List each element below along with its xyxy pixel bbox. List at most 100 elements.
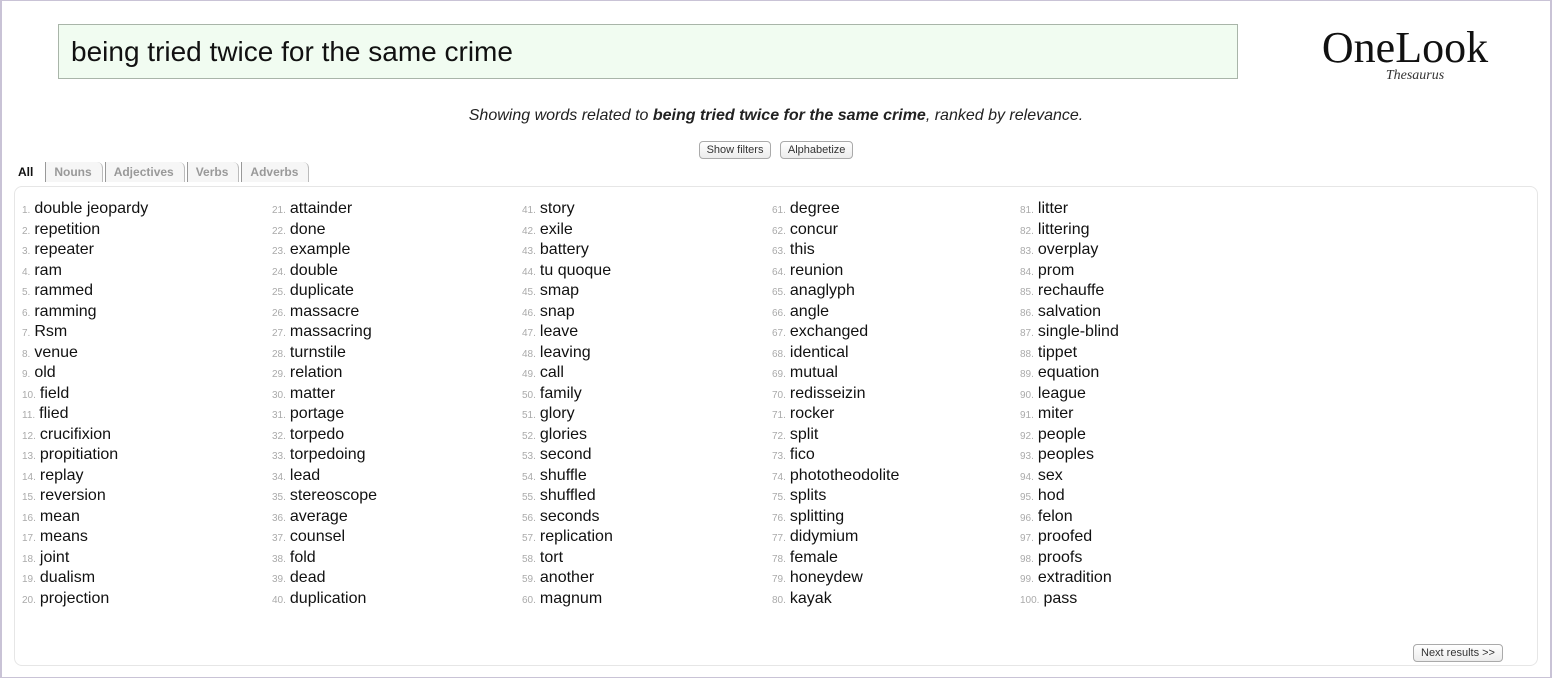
result-word-link[interactable]: crucifixion bbox=[40, 426, 111, 443]
result-word-link[interactable]: another bbox=[540, 569, 594, 586]
result-word-link[interactable]: replay bbox=[40, 467, 84, 484]
result-word-link[interactable]: sex bbox=[1038, 467, 1063, 484]
alphabetize-button[interactable]: Alphabetize bbox=[779, 141, 854, 159]
result-word-link[interactable]: kayak bbox=[790, 590, 832, 607]
tab-nouns[interactable]: Nouns bbox=[45, 162, 103, 182]
result-word-link[interactable]: pass bbox=[1043, 590, 1077, 607]
result-word-link[interactable]: peoples bbox=[1038, 446, 1094, 463]
result-word-link[interactable]: example bbox=[290, 241, 350, 258]
result-word-link[interactable]: rechauffe bbox=[1038, 282, 1104, 299]
result-word-link[interactable]: felon bbox=[1038, 508, 1073, 525]
result-word-link[interactable]: rocker bbox=[790, 405, 834, 422]
result-word-link[interactable]: identical bbox=[790, 344, 849, 361]
result-word-link[interactable]: relation bbox=[290, 364, 342, 381]
result-word-link[interactable]: fold bbox=[290, 549, 316, 566]
result-word-link[interactable]: people bbox=[1038, 426, 1086, 443]
result-word-link[interactable]: phototheodolite bbox=[790, 467, 899, 484]
result-word-link[interactable]: flied bbox=[39, 405, 68, 422]
show-filters-button[interactable]: Show filters bbox=[698, 141, 772, 159]
result-word-link[interactable]: honeydew bbox=[790, 569, 863, 586]
result-word-link[interactable]: lead bbox=[290, 467, 320, 484]
result-word-link[interactable]: proofs bbox=[1038, 549, 1082, 566]
result-word-link[interactable]: seconds bbox=[540, 508, 600, 525]
result-word-link[interactable]: littering bbox=[1038, 221, 1090, 238]
result-word-link[interactable]: propitiation bbox=[40, 446, 118, 463]
result-word-link[interactable]: dead bbox=[290, 569, 326, 586]
result-word-link[interactable]: redisseizin bbox=[790, 385, 866, 402]
search-input[interactable]: being tried twice for the same crime bbox=[58, 24, 1238, 79]
tab-all[interactable]: All bbox=[18, 162, 44, 182]
result-word-link[interactable]: this bbox=[790, 241, 815, 258]
result-word-link[interactable]: didymium bbox=[790, 528, 858, 545]
result-word-link[interactable]: massacre bbox=[290, 303, 359, 320]
tab-adjectives[interactable]: Adjectives bbox=[104, 162, 185, 182]
result-word-link[interactable]: tu quoque bbox=[540, 262, 611, 279]
result-word-link[interactable]: counsel bbox=[290, 528, 345, 545]
result-word-link[interactable]: glories bbox=[540, 426, 587, 443]
result-word-link[interactable]: glory bbox=[540, 405, 575, 422]
next-results-button[interactable]: Next results >> bbox=[1413, 644, 1503, 662]
result-word-link[interactable]: snap bbox=[540, 303, 575, 320]
result-word-link[interactable]: league bbox=[1038, 385, 1086, 402]
result-word-link[interactable]: torpedo bbox=[290, 426, 344, 443]
result-word-link[interactable]: stereoscope bbox=[290, 487, 377, 504]
result-word-link[interactable]: splits bbox=[790, 487, 826, 504]
result-word-link[interactable]: portage bbox=[290, 405, 344, 422]
result-word-link[interactable]: leave bbox=[540, 323, 578, 340]
result-word-link[interactable]: double bbox=[290, 262, 338, 279]
result-word-link[interactable]: proofed bbox=[1038, 528, 1092, 545]
result-word-link[interactable]: attainder bbox=[290, 200, 352, 217]
result-word-link[interactable]: story bbox=[540, 200, 575, 217]
result-word-link[interactable]: matter bbox=[290, 385, 335, 402]
onelook-logo[interactable]: OneLook Thesaurus bbox=[1305, 24, 1505, 84]
result-word-link[interactable]: replication bbox=[540, 528, 613, 545]
result-word-link[interactable]: repetition bbox=[34, 221, 100, 238]
result-word-link[interactable]: projection bbox=[40, 590, 109, 607]
result-word-link[interactable]: family bbox=[540, 385, 582, 402]
result-word-link[interactable]: repeater bbox=[34, 241, 94, 258]
result-word-link[interactable]: prom bbox=[1038, 262, 1074, 279]
result-word-link[interactable]: shuffled bbox=[540, 487, 596, 504]
result-word-link[interactable]: smap bbox=[540, 282, 579, 299]
result-word-link[interactable]: old bbox=[34, 364, 55, 381]
result-word-link[interactable]: done bbox=[290, 221, 326, 238]
result-word-link[interactable]: fico bbox=[790, 446, 815, 463]
result-word-link[interactable]: hod bbox=[1038, 487, 1065, 504]
result-word-link[interactable]: splitting bbox=[790, 508, 844, 525]
result-word-link[interactable]: litter bbox=[1038, 200, 1068, 217]
result-word-link[interactable]: field bbox=[40, 385, 69, 402]
result-word-link[interactable]: extradition bbox=[1038, 569, 1112, 586]
result-word-link[interactable]: double jeopardy bbox=[34, 200, 148, 217]
result-word-link[interactable]: mean bbox=[40, 508, 80, 525]
result-word-link[interactable]: average bbox=[290, 508, 348, 525]
result-word-link[interactable]: angle bbox=[790, 303, 829, 320]
result-word-link[interactable]: duplication bbox=[290, 590, 367, 607]
result-word-link[interactable]: tippet bbox=[1038, 344, 1077, 361]
result-word-link[interactable]: mutual bbox=[790, 364, 838, 381]
result-word-link[interactable]: leaving bbox=[540, 344, 591, 361]
result-word-link[interactable]: torpedoing bbox=[290, 446, 366, 463]
result-word-link[interactable]: salvation bbox=[1038, 303, 1101, 320]
result-word-link[interactable]: Rsm bbox=[34, 323, 67, 340]
result-word-link[interactable]: tort bbox=[540, 549, 563, 566]
result-word-link[interactable]: rammed bbox=[34, 282, 93, 299]
result-word-link[interactable]: concur bbox=[790, 221, 838, 238]
result-word-link[interactable]: split bbox=[790, 426, 818, 443]
result-word-link[interactable]: exchanged bbox=[790, 323, 868, 340]
result-word-link[interactable]: exile bbox=[540, 221, 573, 238]
result-word-link[interactable]: shuffle bbox=[540, 467, 587, 484]
result-word-link[interactable]: massacring bbox=[290, 323, 372, 340]
result-word-link[interactable]: battery bbox=[540, 241, 589, 258]
result-word-link[interactable]: reunion bbox=[790, 262, 843, 279]
result-word-link[interactable]: ramming bbox=[34, 303, 96, 320]
result-word-link[interactable]: miter bbox=[1038, 405, 1074, 422]
result-word-link[interactable]: reversion bbox=[40, 487, 106, 504]
result-word-link[interactable]: dualism bbox=[40, 569, 95, 586]
result-word-link[interactable]: equation bbox=[1038, 364, 1099, 381]
result-word-link[interactable]: female bbox=[790, 549, 838, 566]
result-word-link[interactable]: anaglyph bbox=[790, 282, 855, 299]
result-word-link[interactable]: means bbox=[40, 528, 88, 545]
result-word-link[interactable]: ram bbox=[34, 262, 62, 279]
result-word-link[interactable]: turnstile bbox=[290, 344, 346, 361]
result-word-link[interactable]: call bbox=[540, 364, 564, 381]
